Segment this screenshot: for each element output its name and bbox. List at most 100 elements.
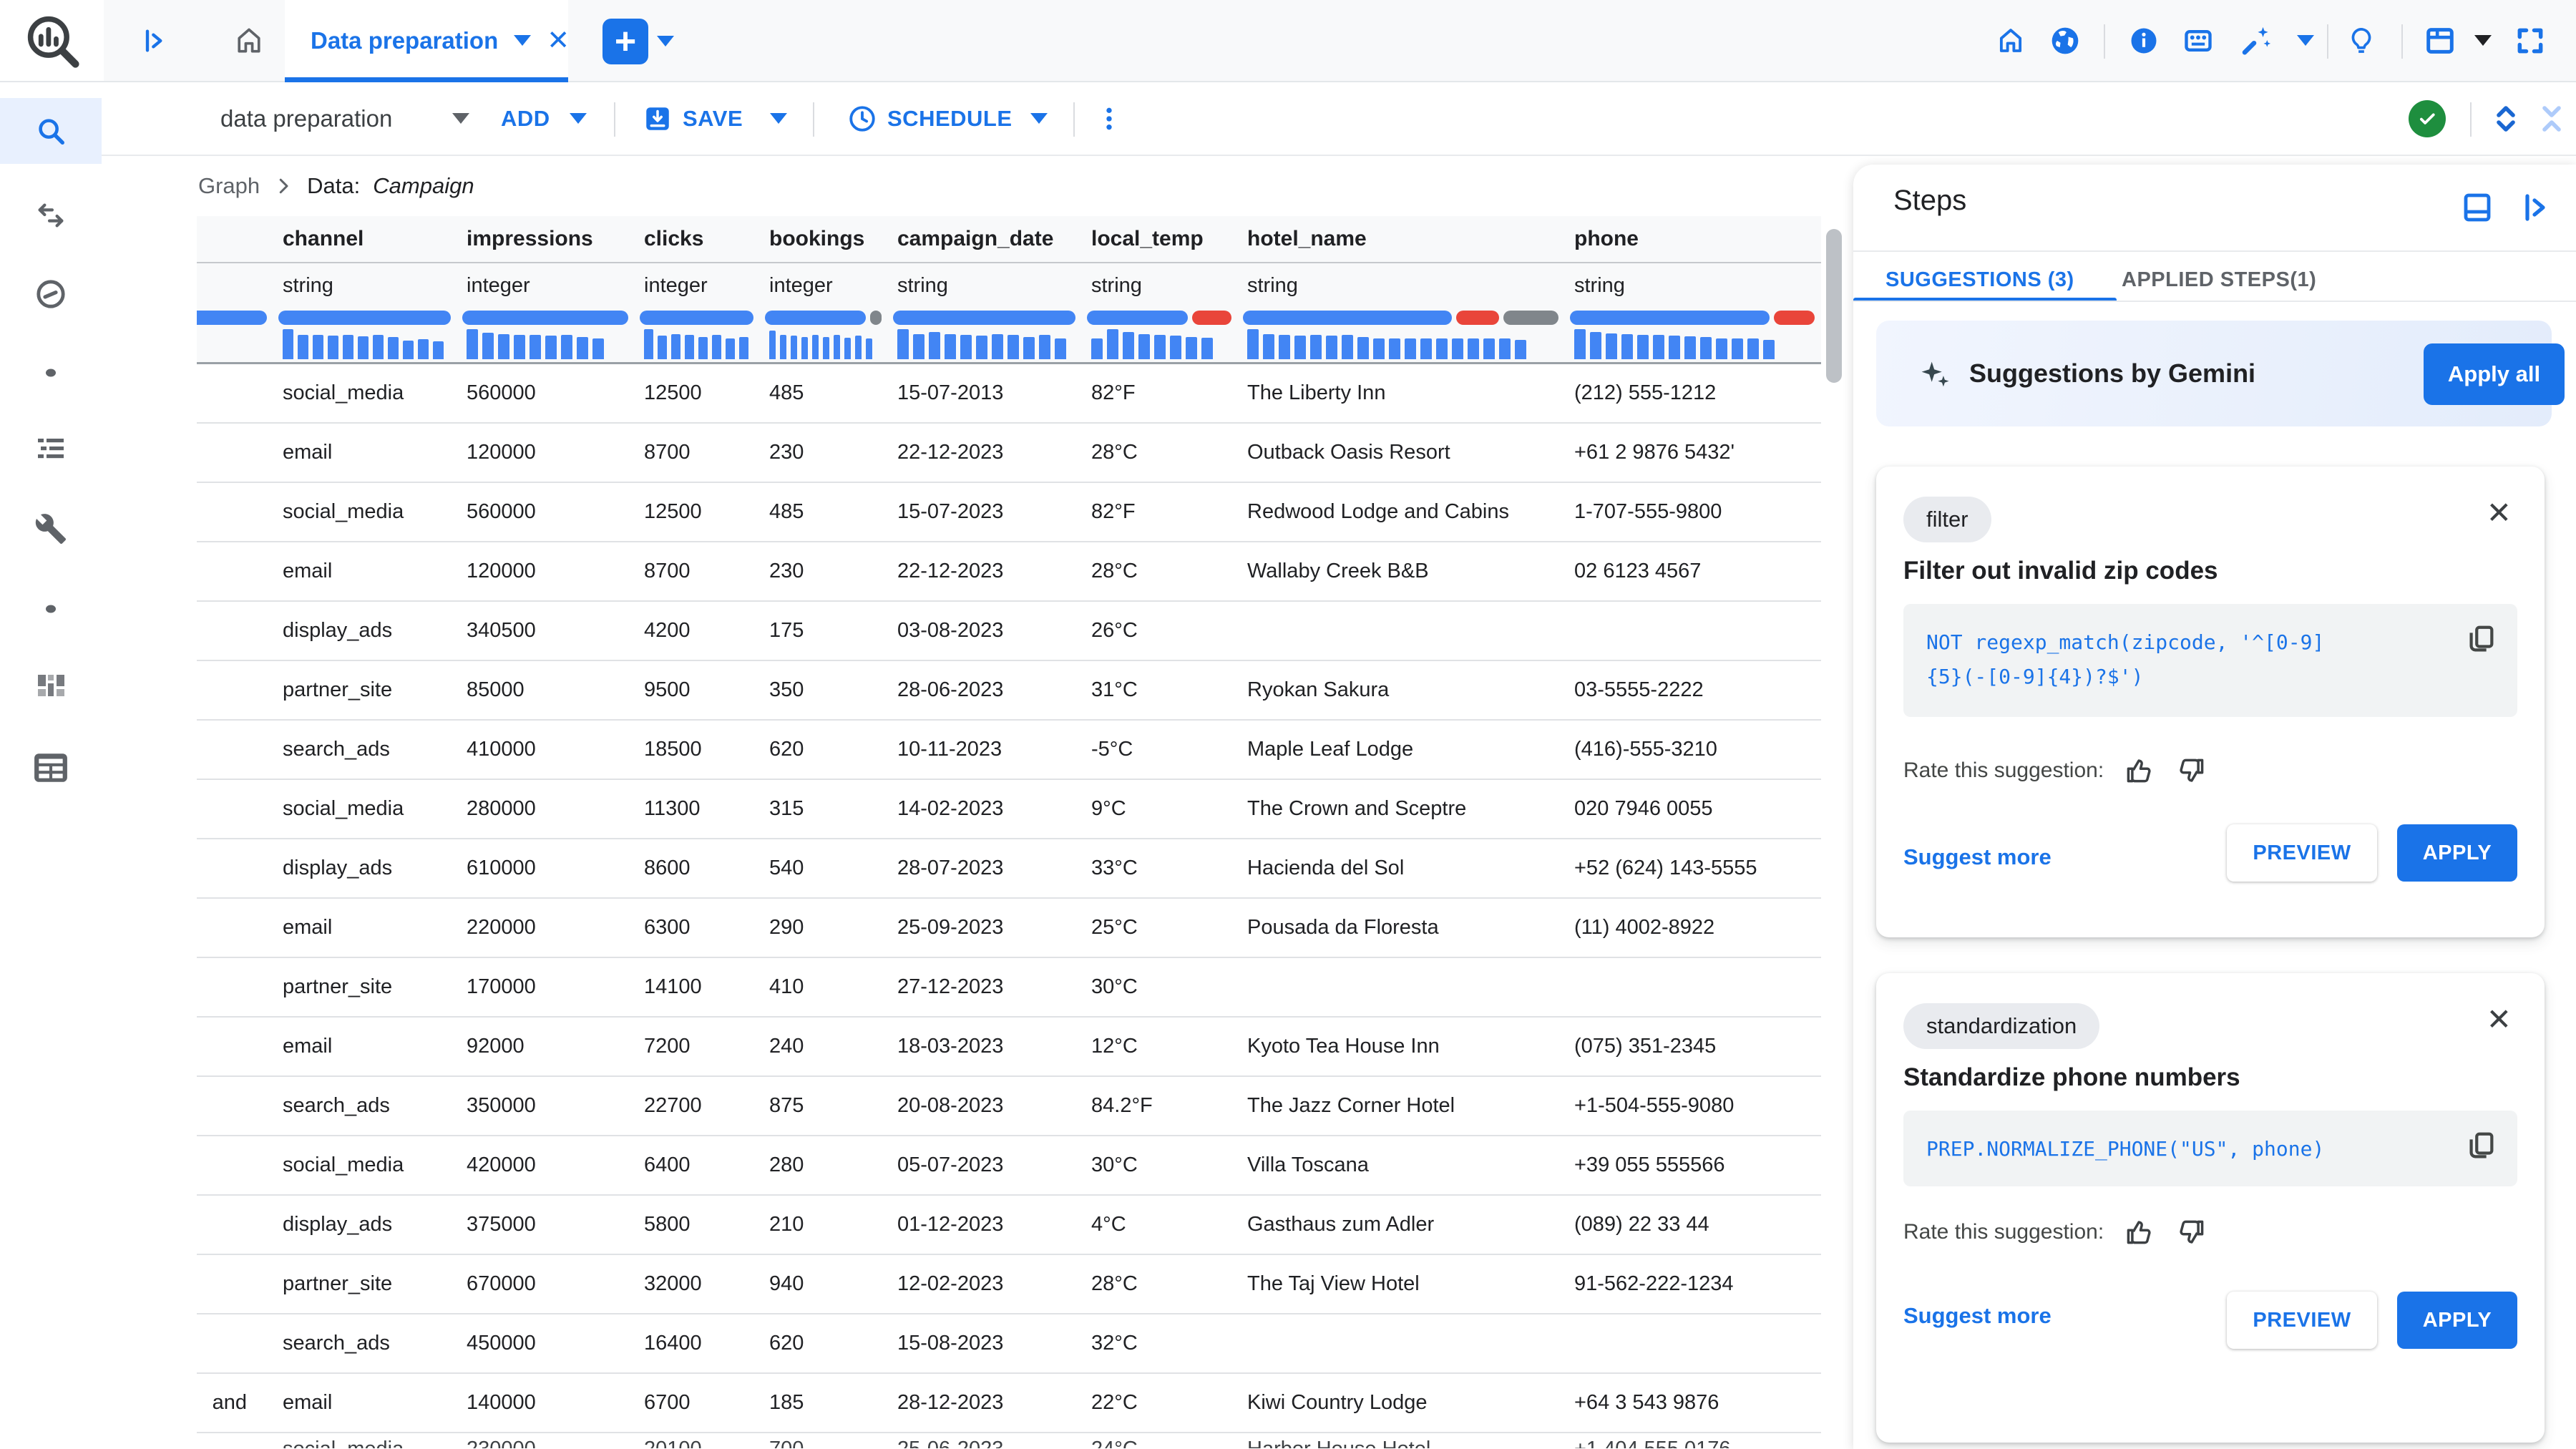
histogram-bar[interactable] bbox=[1763, 340, 1775, 359]
table-cell[interactable]: 03-5555-2222 bbox=[1564, 661, 1820, 719]
table-cell[interactable]: +52 (624) 143-5555 bbox=[1564, 839, 1820, 897]
table-cell[interactable]: 020 7946 0055 bbox=[1564, 780, 1820, 838]
tab-data-preparation[interactable]: Data preparation ✕ bbox=[285, 0, 570, 82]
globe-icon[interactable] bbox=[2045, 0, 2085, 81]
quality-segment-invalid[interactable] bbox=[1773, 311, 1815, 325]
prep-name-caret-icon[interactable] bbox=[452, 82, 469, 155]
table-cell[interactable]: (212) 555-1212 bbox=[1564, 364, 1820, 422]
table-cell[interactable]: 28°C bbox=[1081, 424, 1237, 482]
histogram-bar[interactable] bbox=[1499, 338, 1511, 359]
table-cell[interactable]: 410000 bbox=[457, 721, 634, 779]
histogram-bar[interactable] bbox=[1590, 332, 1601, 359]
histogram-bar[interactable] bbox=[1342, 335, 1353, 359]
histogram-bar[interactable] bbox=[1420, 338, 1432, 359]
table-cell[interactable]: 350 bbox=[759, 661, 887, 719]
histogram-bar[interactable] bbox=[373, 335, 384, 359]
table-cell[interactable]: -5°C bbox=[1081, 721, 1237, 779]
table-cell[interactable]: 15-07-2013 bbox=[887, 364, 1081, 422]
histogram-bar[interactable] bbox=[1373, 338, 1385, 359]
quality-bar[interactable] bbox=[1237, 308, 1564, 328]
table-cell[interactable]: 240 bbox=[759, 1018, 887, 1075]
histogram-bar[interactable] bbox=[1123, 332, 1134, 359]
table-cell[interactable]: 15-08-2023 bbox=[887, 1314, 1081, 1372]
table-cell[interactable] bbox=[197, 1255, 273, 1313]
column-header-hotel_name[interactable]: hotel_name bbox=[1237, 216, 1564, 262]
table-cell[interactable]: 280000 bbox=[457, 780, 634, 838]
table-cell[interactable]: 25-06-2023 bbox=[887, 1433, 1081, 1448]
table-cell[interactable]: 25-09-2023 bbox=[887, 899, 1081, 957]
table-cell[interactable] bbox=[197, 1433, 273, 1448]
histogram-bar[interactable] bbox=[467, 329, 478, 359]
table-cell[interactable]: (089) 22 33 44 bbox=[1564, 1196, 1820, 1254]
table-cell[interactable]: Hacienda del Sol bbox=[1237, 839, 1564, 897]
histogram-bar[interactable] bbox=[739, 337, 748, 359]
histogram-bar[interactable] bbox=[1138, 334, 1150, 359]
table-cell[interactable] bbox=[1237, 1314, 1564, 1372]
table-cell[interactable]: 33°C bbox=[1081, 839, 1237, 897]
table-cell[interactable]: (11) 4002-8922 bbox=[1564, 899, 1820, 957]
histogram-bar[interactable] bbox=[1405, 338, 1416, 359]
histogram-bar[interactable] bbox=[498, 334, 509, 359]
histogram-bar[interactable] bbox=[1452, 338, 1463, 359]
histogram-bar[interactable] bbox=[960, 335, 972, 359]
table-cell[interactable]: and bbox=[197, 1374, 273, 1432]
histogram-bar[interactable] bbox=[1637, 335, 1649, 359]
schedule-caret-icon[interactable] bbox=[1030, 82, 1048, 155]
info-icon[interactable] bbox=[2124, 0, 2164, 81]
layout-caret-icon[interactable] bbox=[2469, 0, 2497, 81]
table-cell[interactable]: 140000 bbox=[457, 1374, 634, 1432]
table-cell[interactable]: email bbox=[273, 1374, 457, 1432]
table-cell[interactable]: search_ads bbox=[273, 1314, 457, 1372]
histogram-bar[interactable] bbox=[561, 335, 572, 359]
save-button[interactable]: SAVE bbox=[643, 82, 743, 155]
histogram-bar[interactable] bbox=[283, 329, 293, 359]
histogram-bar[interactable] bbox=[1186, 337, 1197, 359]
table-cell[interactable]: 4°C bbox=[1081, 1196, 1237, 1254]
table-cell[interactable]: 82°F bbox=[1081, 364, 1237, 422]
layout-view-icon[interactable] bbox=[2419, 0, 2462, 81]
table-cell[interactable]: 01-12-2023 bbox=[887, 1196, 1081, 1254]
schedule-button[interactable]: SCHEDULE bbox=[847, 82, 1013, 155]
apply-button[interactable]: APPLY bbox=[2397, 824, 2517, 882]
table-cell[interactable] bbox=[197, 661, 273, 719]
histogram-bar[interactable] bbox=[823, 337, 829, 359]
table-cell[interactable]: 375000 bbox=[457, 1196, 634, 1254]
table-cell[interactable] bbox=[1564, 958, 1820, 1016]
table-cell[interactable]: 92000 bbox=[457, 1018, 634, 1075]
quality-segment-invalid[interactable] bbox=[1192, 311, 1231, 325]
quality-segment-valid[interactable] bbox=[893, 311, 1075, 325]
table-cell[interactable] bbox=[197, 1136, 273, 1194]
table-cell[interactable]: 4200 bbox=[634, 602, 759, 660]
histogram-bar[interactable] bbox=[685, 335, 694, 359]
fullscreen-icon[interactable] bbox=[2509, 0, 2552, 81]
quality-bar[interactable] bbox=[457, 308, 634, 328]
table-cell[interactable]: 27-12-2023 bbox=[887, 958, 1081, 1016]
sidebar-item-analytics[interactable] bbox=[0, 655, 102, 721]
quality-bar[interactable] bbox=[197, 308, 273, 328]
histogram-bar[interactable] bbox=[1747, 338, 1759, 359]
table-cell[interactable] bbox=[197, 424, 273, 482]
sidebar-item-search[interactable] bbox=[0, 98, 102, 164]
table-cell[interactable]: 450000 bbox=[457, 1314, 634, 1372]
table-cell[interactable]: 290 bbox=[759, 899, 887, 957]
histogram-bar[interactable] bbox=[897, 329, 909, 359]
histogram-bar[interactable] bbox=[780, 335, 786, 359]
table-cell[interactable]: +1 404 555 0176 bbox=[1564, 1433, 1820, 1448]
quality-bar[interactable] bbox=[1081, 308, 1237, 328]
table-cell[interactable]: 315 bbox=[759, 780, 887, 838]
histogram-bar[interactable] bbox=[1247, 329, 1259, 359]
table-cell[interactable]: +61 2 9876 5432' bbox=[1564, 424, 1820, 482]
wand-dropdown-caret-icon[interactable] bbox=[2291, 0, 2320, 81]
home-icon[interactable] bbox=[228, 0, 270, 81]
table-cell[interactable]: The Taj View Hotel bbox=[1237, 1255, 1564, 1313]
quality-segment-valid[interactable] bbox=[1570, 311, 1770, 325]
column-header-bookings[interactable]: bookings bbox=[759, 216, 887, 262]
table-cell[interactable] bbox=[197, 958, 273, 1016]
panel-expand-icon[interactable] bbox=[133, 0, 176, 81]
table-cell[interactable]: +39 055 555566 bbox=[1564, 1136, 1820, 1194]
table-cell[interactable]: partner_site bbox=[273, 1255, 457, 1313]
open-panel-icon[interactable] bbox=[2519, 190, 2553, 225]
table-cell[interactable]: 12°C bbox=[1081, 1018, 1237, 1075]
quality-segment-valid[interactable] bbox=[1087, 311, 1189, 325]
table-cell[interactable]: 22-12-2023 bbox=[887, 424, 1081, 482]
